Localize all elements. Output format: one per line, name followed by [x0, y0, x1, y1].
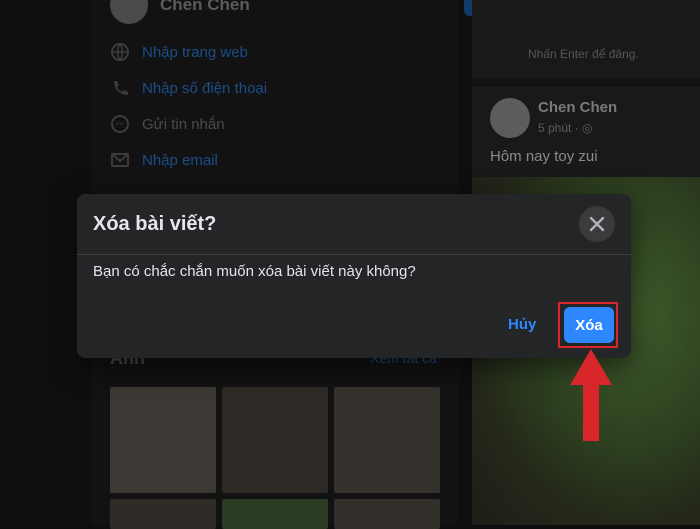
comment-box[interactable] — [472, 0, 700, 78]
globe-icon: ◎ — [582, 121, 593, 135]
intro-item-label: Nhập email — [142, 151, 218, 169]
intro-item-phone[interactable]: Nhập số điện thoại — [110, 78, 267, 98]
dialog-divider — [77, 254, 631, 255]
profile-name: Chen Chen — [160, 0, 250, 14]
photo-thumbnail[interactable] — [110, 387, 216, 493]
dialog-title: Xóa bài viết? — [93, 213, 217, 235]
intro-item-label: Nhập số điện thoại — [142, 79, 268, 97]
avatar[interactable] — [490, 98, 530, 138]
photo-thumbnail[interactable] — [334, 387, 440, 493]
intro-item-label: Nhập trang web — [142, 43, 248, 61]
intro-item-website[interactable]: Nhập trang web — [110, 42, 248, 62]
globe-icon — [110, 42, 130, 62]
post-author[interactable]: Chen Chen — [538, 99, 617, 116]
comment-hint: Nhấn Enter để đăng. — [528, 47, 639, 61]
profile-header: Chen Chen — [110, 0, 250, 24]
messenger-icon — [110, 114, 130, 134]
phone-icon — [110, 78, 130, 98]
delete-button[interactable]: Xóa — [564, 307, 614, 343]
delete-post-dialog: Xóa bài viết? Bạn có chắc chắn muốn xóa … — [77, 194, 631, 358]
mail-icon — [110, 150, 130, 170]
intro-item-message[interactable]: Gửi tin nhắn — [110, 114, 225, 134]
intro-item-label: Gửi tin nhắn — [142, 115, 225, 133]
post-text: Hôm nay toy zui — [490, 148, 598, 165]
photo-thumbnail[interactable] — [222, 387, 328, 493]
arrow-up-icon — [570, 349, 612, 441]
intro-item-email[interactable]: Nhập email — [110, 150, 218, 170]
cancel-button[interactable]: Hủy — [508, 316, 536, 333]
dialog-message: Bạn có chắc chắn muốn xóa bài viết này k… — [93, 263, 416, 280]
close-button[interactable] — [579, 206, 615, 242]
close-icon — [589, 216, 605, 232]
avatar — [110, 0, 148, 24]
post-time: 5 phút · ◎ — [538, 121, 593, 135]
